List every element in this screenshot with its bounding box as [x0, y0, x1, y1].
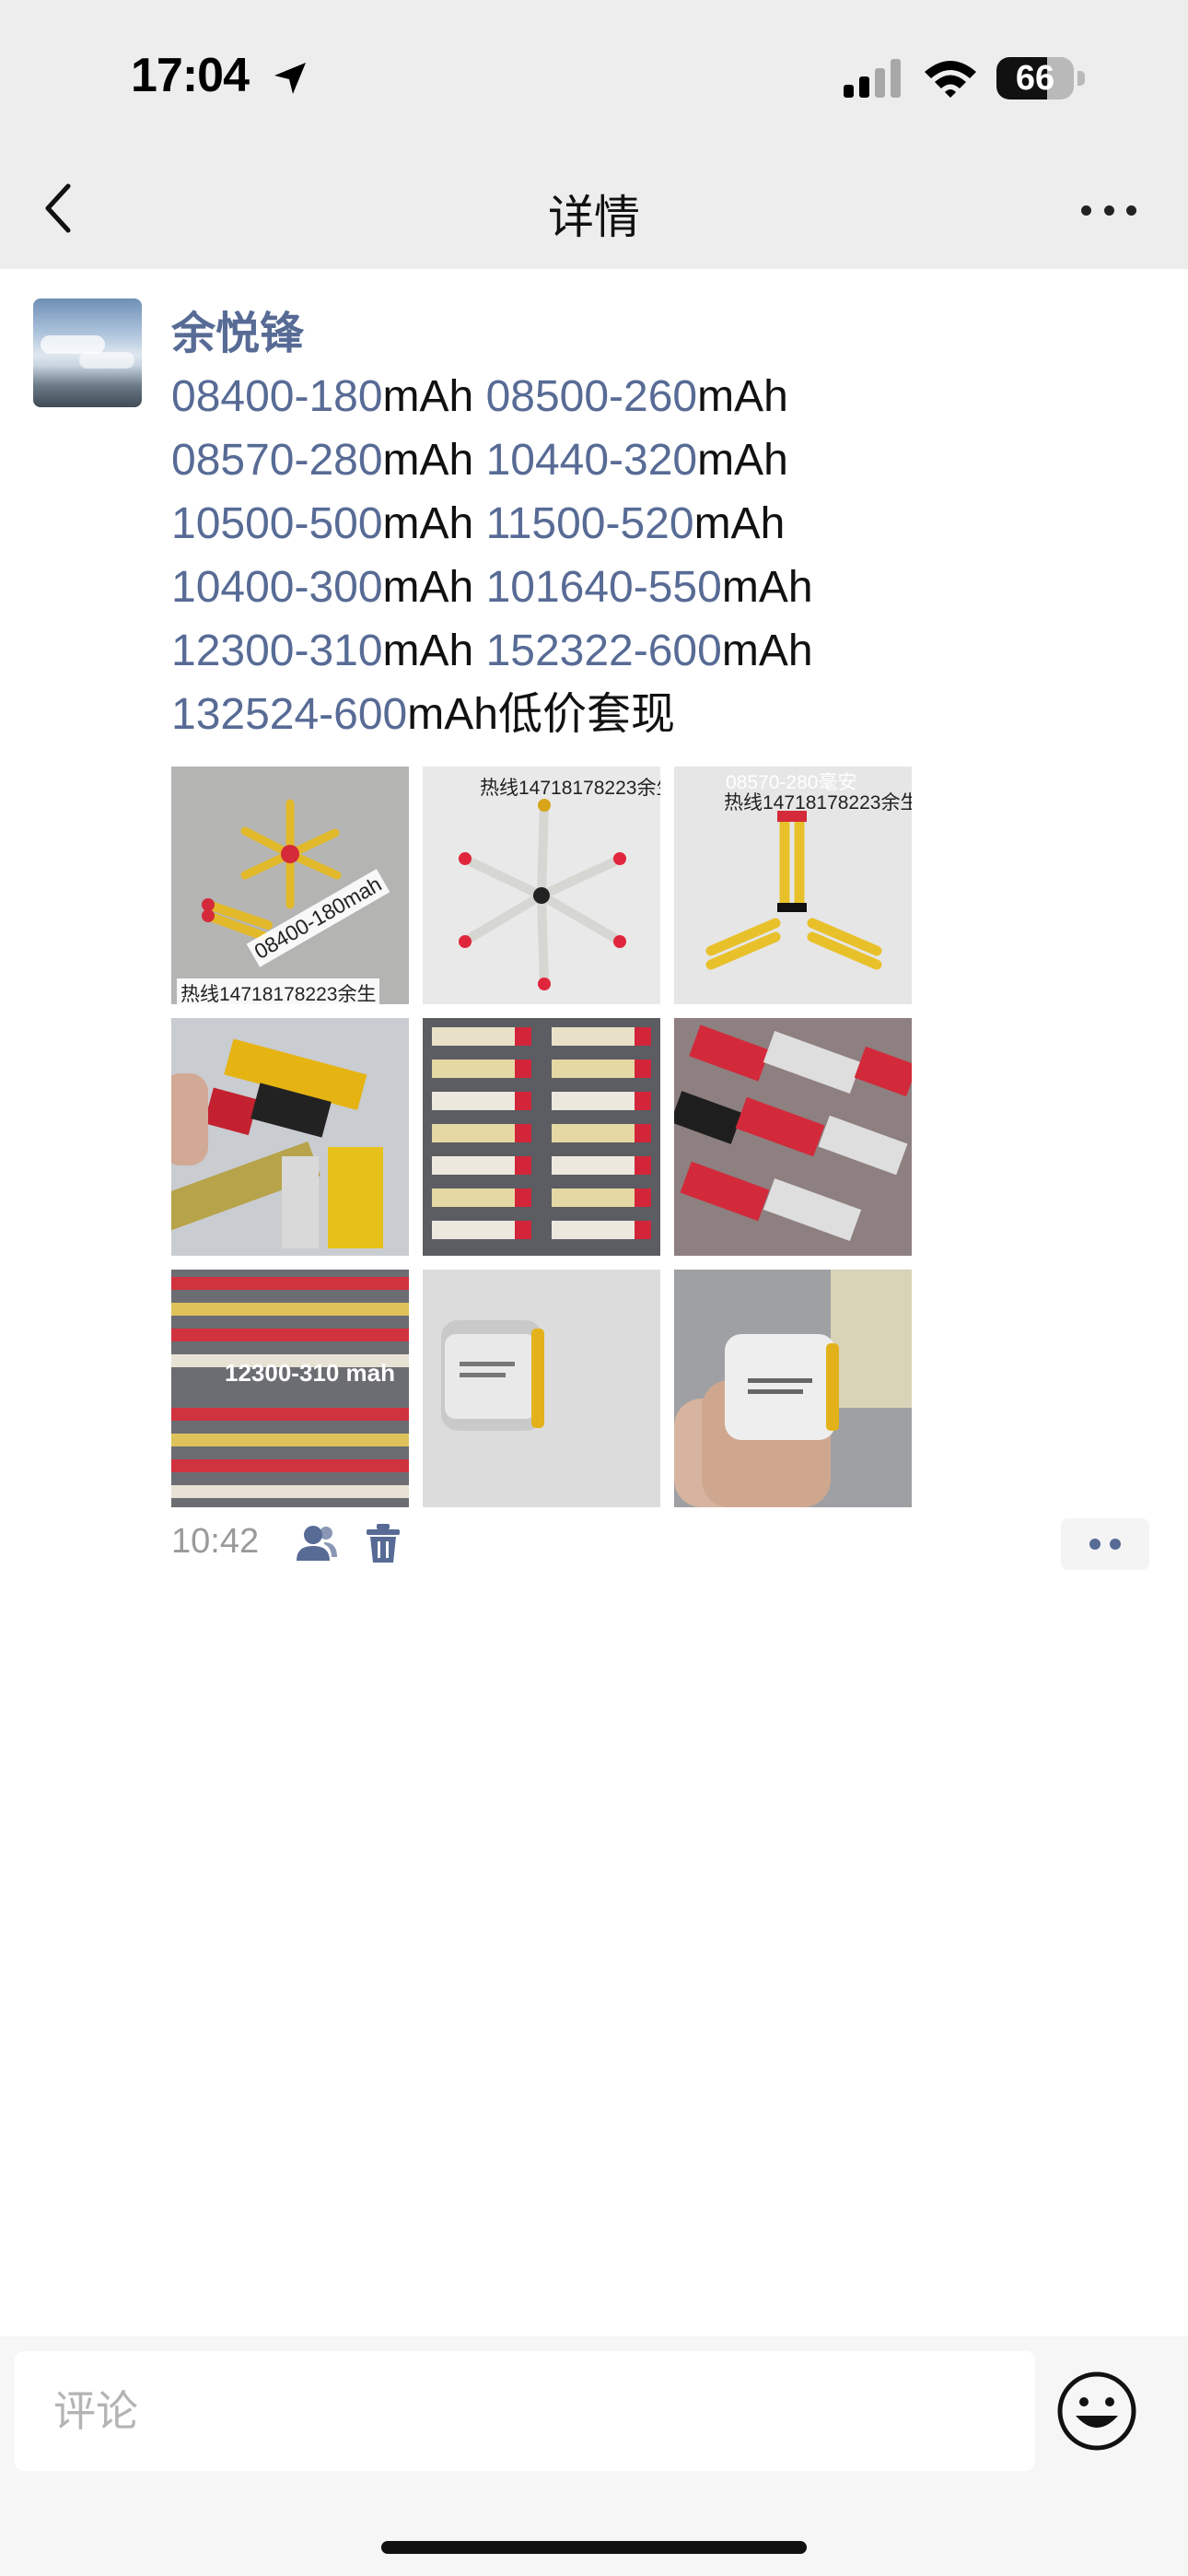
model-number-link[interactable]: 08570-280: [171, 436, 383, 485]
content-text: mAh: [382, 436, 486, 485]
smiley-icon[interactable]: [1055, 2370, 1138, 2453]
model-number-link[interactable]: 101640-550: [486, 563, 722, 612]
top-header: 17:04 66 详情: [0, 0, 1188, 269]
wifi-icon: [925, 61, 976, 98]
author-name[interactable]: 余悦锋: [171, 297, 304, 361]
more-dots-icon[interactable]: [1081, 193, 1136, 227]
content-text: mAh: [693, 499, 786, 548]
battery-percentage: 66: [1015, 59, 1055, 98]
content-text: mAh: [697, 372, 788, 421]
action-dot: [1089, 1539, 1101, 1550]
pouch-battery-photo: [423, 1270, 660, 1507]
avatar-cloud: [79, 352, 134, 369]
battery-tray-photo: [423, 1018, 660, 1256]
content-text: mAh: [721, 563, 813, 612]
battery-tray-photo: [171, 1270, 409, 1507]
image-caption: 热线14718178223余生: [177, 978, 380, 1004]
post-time: 10:42: [171, 1522, 260, 1561]
model-number-link[interactable]: 08500-260: [486, 372, 698, 421]
content-line: 08400-180mAh 08500-260mAh: [171, 365, 1129, 428]
comment-input[interactable]: [15, 2351, 1035, 2471]
more-dot: [1103, 205, 1114, 216]
comment-like-menu-button[interactable]: [1061, 1518, 1149, 1570]
content-text: mAh: [382, 626, 486, 675]
action-dot: [1110, 1539, 1121, 1550]
battery-indicator: 66: [996, 57, 1085, 100]
image-caption: 热线14718178223余生: [724, 792, 912, 814]
post-image-4[interactable]: [171, 1018, 409, 1256]
content-line: 12300-310mAh 152322-600mAh: [171, 619, 1129, 683]
status-bar: 17:04 66: [0, 0, 1188, 157]
content-line: 132524-600mAh低价套现: [171, 683, 1129, 746]
model-number-link[interactable]: 152322-600: [486, 626, 722, 675]
model-number-link[interactable]: 12300-310: [171, 626, 383, 675]
content-line: 08570-280mAh 10440-320mAh: [171, 428, 1129, 492]
content-text: mAh: [382, 499, 486, 548]
post-image-3[interactable]: 08570-280毫安 热线14718178223余生: [674, 767, 912, 1004]
location-arrow-icon: [274, 63, 306, 94]
post-image-6[interactable]: [674, 1018, 912, 1256]
post-image-9[interactable]: [674, 1270, 912, 1507]
model-number-link[interactable]: 10500-500: [171, 499, 383, 548]
post-image-7[interactable]: 12300-310 mah: [171, 1270, 409, 1507]
post-image-5[interactable]: [423, 1018, 660, 1256]
page-title: 详情: [548, 192, 640, 243]
content-text: mAh: [697, 436, 788, 485]
person-icon[interactable]: [295, 1524, 339, 1563]
status-time: 17:04: [131, 49, 250, 102]
model-number-link[interactable]: 10440-320: [486, 436, 698, 485]
model-number-link[interactable]: 08400-180: [171, 372, 383, 421]
battery-star-photo: [423, 767, 660, 1004]
content-text: mAh: [382, 372, 486, 421]
more-dot: [1081, 205, 1091, 216]
avatar[interactable]: [33, 299, 142, 407]
model-number-link[interactable]: 10400-300: [171, 563, 383, 612]
content-text: mAh: [382, 563, 486, 612]
battery-pile-photo: [674, 1018, 912, 1256]
post-image-8[interactable]: [423, 1270, 660, 1507]
cellular-signal-icon: [844, 59, 901, 98]
post-image-2[interactable]: 热线14718178223余生: [423, 767, 660, 1004]
post-image-1[interactable]: 08400-180mah 热线14718178223余生: [171, 767, 409, 1004]
avatar-cloud: [41, 335, 105, 354]
trash-icon[interactable]: [365, 1522, 402, 1564]
pouch-battery-hand-photo: [674, 1270, 912, 1507]
content-line: 10500-500mAh 11500-520mAh: [171, 492, 1129, 556]
model-number-link[interactable]: 132524-600: [171, 690, 407, 739]
content-line: 10400-300mAh 101640-550mAh: [171, 556, 1129, 619]
model-number-link[interactable]: 11500-520: [486, 499, 694, 548]
post-content: 08400-180mAh 08500-260mAh 08570-280mAh 10…: [171, 365, 1129, 746]
image-caption: 12300-310 mah: [225, 1359, 396, 1387]
image-grid: 08400-180mah 热线14718178223余生 热线147181782…: [171, 767, 912, 1507]
battery-cap: [1077, 71, 1085, 86]
image-caption: 热线14718178223余生: [480, 778, 660, 799]
home-indicator: [381, 2541, 807, 2554]
more-dot: [1126, 205, 1136, 216]
battery-body: 66: [996, 57, 1074, 100]
battery-closeup-photo: [171, 1018, 409, 1256]
content-text: mAh: [721, 626, 813, 675]
content-text: mAh低价套现: [407, 690, 675, 739]
